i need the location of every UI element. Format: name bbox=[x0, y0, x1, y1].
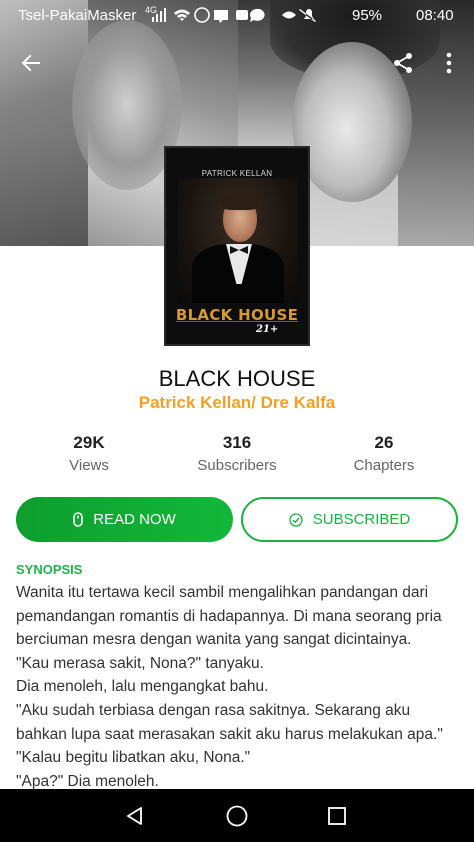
stat-label: Chapters bbox=[353, 457, 415, 474]
status-icons bbox=[152, 7, 348, 26]
synopsis-line: "Kau merasa sakit, Nona?" tanyaku. bbox=[16, 654, 264, 672]
cover-photo bbox=[178, 178, 298, 303]
book-author[interactable]: Patrick Kellan/ Dre Kalfa bbox=[0, 393, 474, 413]
synopsis-line: pemandangan romantis di hadapannya. Di m… bbox=[16, 607, 442, 625]
stat-value: 29K bbox=[73, 433, 105, 452]
circle-home-icon bbox=[226, 805, 248, 827]
triangle-back-icon bbox=[127, 807, 142, 825]
stat-chapters: 26 Chapters bbox=[305, 433, 463, 474]
stat-value: 316 bbox=[222, 433, 252, 452]
synopsis-line: bahkan lupa saat merasakan sakit aku har… bbox=[16, 725, 443, 743]
synopsis-line: Dia menoleh, lalu mengangkat bahu. bbox=[16, 678, 269, 696]
stat-views: 29K Views bbox=[10, 433, 168, 474]
share-button[interactable] bbox=[386, 46, 420, 80]
more-options-button[interactable] bbox=[432, 46, 466, 80]
cover-age-rating: 21+ bbox=[256, 324, 279, 335]
read-now-button[interactable]: READ NOW bbox=[16, 497, 233, 542]
status-signal-icons bbox=[152, 7, 316, 23]
battery-level: 95% bbox=[352, 7, 383, 24]
subscribed-button[interactable]: SUBSCRIBED bbox=[241, 497, 458, 542]
read-now-label: READ NOW bbox=[93, 511, 176, 528]
synopsis-heading: SYNOPSIS bbox=[16, 562, 83, 577]
mouse-icon bbox=[73, 512, 84, 527]
stat-subscribers: 316 Subscribers bbox=[158, 433, 316, 474]
book-cover[interactable]: PATRICK KELLAN BLACK HOUSE 21+ bbox=[164, 146, 310, 346]
more-vertical-icon bbox=[446, 52, 452, 74]
nav-home-button[interactable] bbox=[220, 799, 254, 833]
share-icon bbox=[394, 53, 412, 73]
synopsis-line: "Kalau begitu libatkan aku, Nona." bbox=[16, 749, 251, 767]
synopsis-line: "Aku sudah terbiasa dengan rasa sakitnya… bbox=[16, 701, 411, 719]
synopsis-line: Wanita itu tertawa kecil sambil mengalih… bbox=[16, 584, 429, 601]
stat-value: 26 bbox=[374, 433, 394, 452]
book-title: BLACK HOUSE bbox=[158, 366, 316, 391]
check-circle-icon bbox=[289, 512, 303, 527]
cover-author: PATRICK KELLAN bbox=[201, 169, 273, 178]
nav-recent-button[interactable] bbox=[320, 799, 354, 833]
clock: 08:40 bbox=[416, 7, 454, 24]
nav-back-button[interactable] bbox=[118, 799, 152, 833]
status-bar: Tsel-PakaiMasker 4G 95% 08:40 bbox=[0, 0, 474, 32]
cover-title: BLACK HOUSE bbox=[175, 306, 299, 324]
system-navigation-bar bbox=[0, 789, 474, 842]
carrier-name: Tsel-PakaiMasker bbox=[18, 7, 137, 24]
square-recent-icon bbox=[328, 807, 346, 825]
synopsis-text: Wanita itu tertawa kecil sambil mengalih… bbox=[16, 581, 466, 793]
arrow-left-icon bbox=[21, 54, 40, 72]
synopsis-line: berciuman mesra dengan wanita yang sanga… bbox=[16, 631, 412, 649]
subscribed-label: SUBSCRIBED bbox=[312, 511, 411, 528]
stat-label: Views bbox=[69, 457, 109, 474]
back-button[interactable] bbox=[14, 46, 48, 80]
stat-label: Subscribers bbox=[197, 457, 277, 474]
